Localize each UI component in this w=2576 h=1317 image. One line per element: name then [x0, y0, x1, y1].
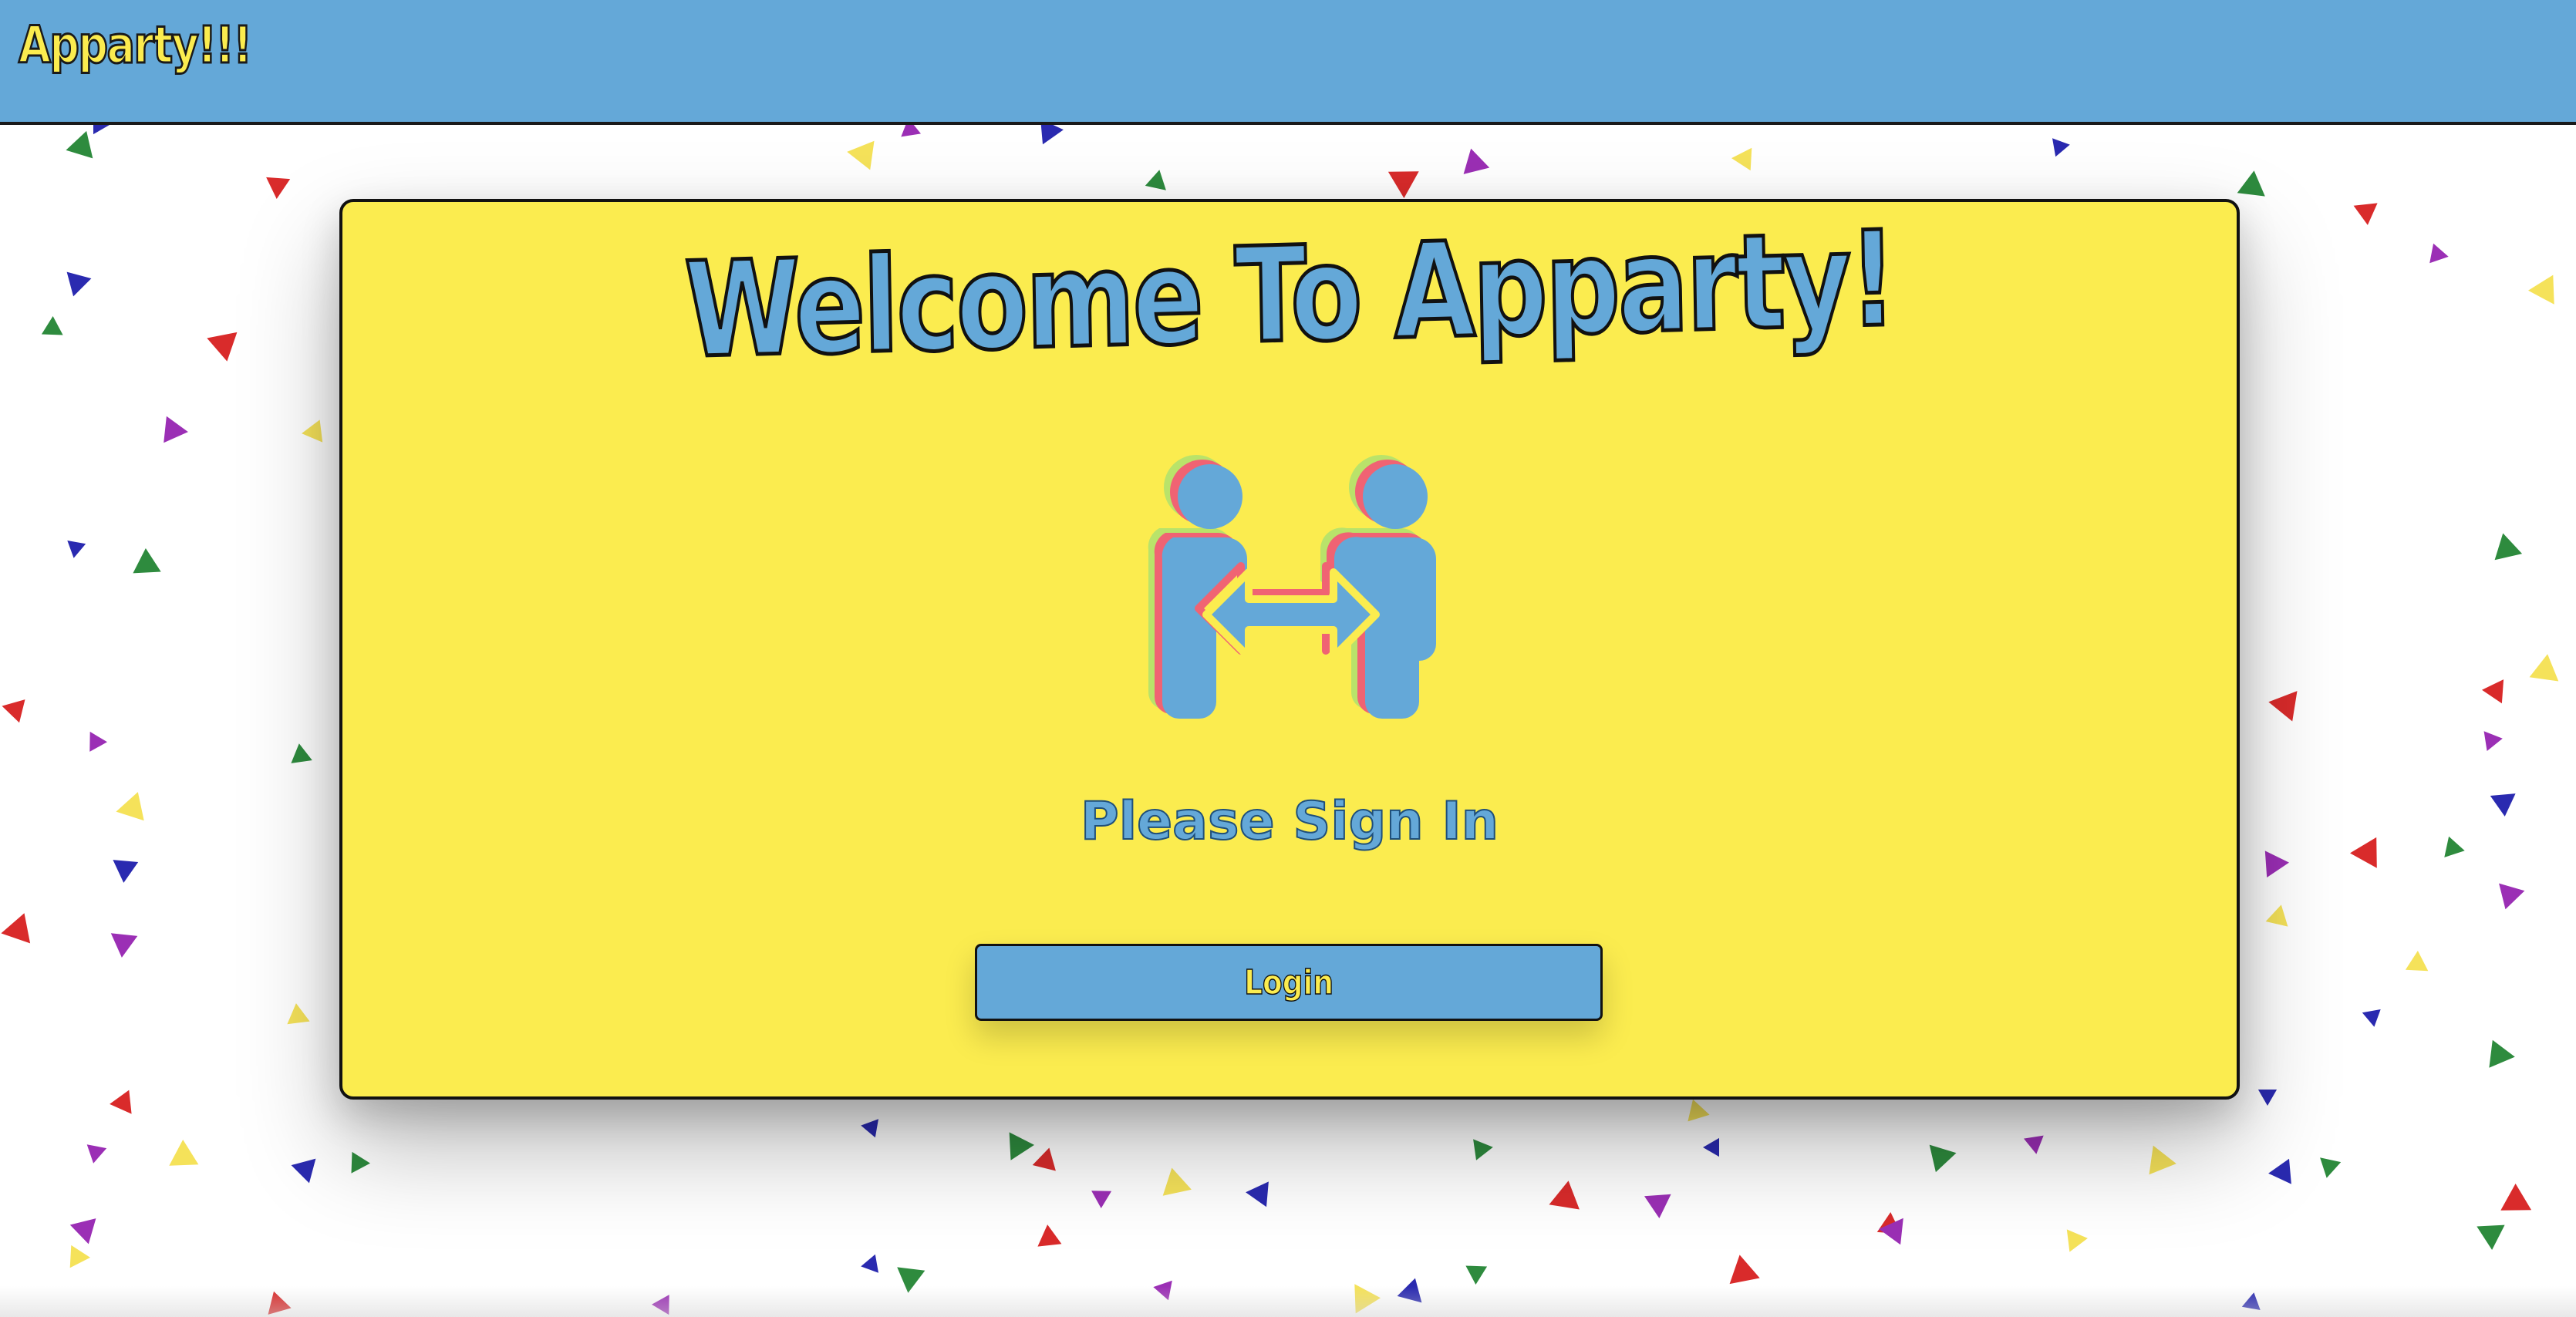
sign-in-prompt: Please Sign In [1080, 791, 1499, 852]
confetti-piece [69, 1245, 90, 1268]
confetti-piece [133, 548, 161, 574]
confetti-piece [2444, 836, 2465, 857]
confetti-piece [2362, 1009, 2381, 1027]
confetti-piece [266, 177, 291, 199]
confetti-piece [861, 1254, 878, 1273]
confetti-piece [1032, 1147, 1056, 1171]
confetti-piece [2482, 679, 2504, 704]
confetti-piece [1246, 1181, 1269, 1208]
confetti-piece [291, 743, 312, 763]
confetti-piece [287, 1003, 310, 1025]
confetti-piece [1929, 1144, 1957, 1173]
confetti-piece [69, 1218, 96, 1245]
confetti-piece [2265, 904, 2288, 927]
confetti-piece [2320, 1157, 2342, 1178]
confetti-piece [1644, 1194, 1671, 1218]
confetti-piece [2257, 1090, 2278, 1106]
confetti-piece [1473, 1139, 1493, 1160]
confetti-piece [2477, 1224, 2505, 1250]
people-exchange-icon [1148, 455, 1436, 719]
confetti-piece [2353, 203, 2378, 225]
confetti-piece [89, 731, 107, 752]
confetti-piece [2529, 654, 2559, 682]
confetti-piece [1729, 1255, 1760, 1285]
confetti-piece [2499, 883, 2525, 910]
confetti-piece [2052, 138, 2070, 157]
confetti-piece [302, 419, 323, 443]
confetti-piece [2237, 170, 2265, 197]
login-button-label: Login [1243, 962, 1334, 1003]
confetti-piece [2528, 275, 2554, 305]
confetti-piece [2489, 1039, 2515, 1068]
confetti-piece [1731, 147, 1752, 171]
confetti-piece [847, 140, 875, 170]
confetti-piece [113, 860, 139, 883]
bottom-shadow [0, 1286, 2576, 1317]
confetti-piece [169, 1140, 199, 1166]
confetti-piece [2500, 1184, 2532, 1211]
confetti-piece [67, 541, 86, 558]
confetti-piece [2429, 243, 2449, 264]
confetti-piece [291, 1158, 316, 1184]
confetti-piece [2264, 850, 2289, 877]
confetti-piece [41, 316, 63, 335]
confetti-piece [2494, 533, 2523, 561]
confetti-piece [2268, 691, 2298, 722]
confetti-piece [110, 1090, 132, 1114]
confetti-piece [1145, 170, 1166, 190]
confetti-piece [2, 699, 25, 723]
confetti-piece [1091, 1191, 1112, 1208]
confetti-piece [116, 792, 144, 821]
confetti-piece [1688, 1099, 1710, 1122]
confetti-piece [2149, 1145, 2176, 1175]
page: Apparty!!! Welcome To Apparty! Please Si… [0, 0, 2576, 1317]
confetti-piece [86, 1144, 107, 1164]
confetti-piece [1009, 1132, 1034, 1160]
welcome-card: Welcome To Apparty! Please Sign In Login [339, 199, 2240, 1100]
confetti-piece [1703, 1137, 1719, 1157]
confetti-piece [2024, 1135, 2044, 1154]
confetti-piece [164, 416, 188, 443]
confetti-piece [1162, 1167, 1192, 1196]
confetti-piece [2350, 837, 2377, 868]
confetti-piece [351, 1151, 370, 1174]
confetti-piece [2490, 793, 2516, 817]
top-bar: Apparty!!! [0, 0, 2576, 125]
confetti-piece [66, 271, 92, 297]
confetti-piece [2268, 1158, 2291, 1184]
confetti-piece [1549, 1181, 1580, 1210]
confetti-piece [861, 1119, 878, 1138]
confetti-piece [207, 332, 238, 362]
confetti-piece [1, 913, 31, 944]
confetti-piece [66, 130, 93, 159]
confetti-piece [1463, 148, 1490, 174]
welcome-title: Welcome To Apparty! [682, 201, 1897, 389]
login-button[interactable]: Login [975, 944, 1603, 1021]
brand-logo[interactable]: Apparty!!! [18, 19, 253, 72]
confetti-piece [2066, 1229, 2088, 1252]
confetti-piece [1387, 171, 1419, 198]
confetti-piece [110, 933, 138, 958]
confetti-piece [1037, 1224, 1062, 1247]
confetti-piece [2483, 731, 2503, 751]
confetti-piece [1465, 1265, 1488, 1285]
confetti-piece [2405, 951, 2429, 972]
